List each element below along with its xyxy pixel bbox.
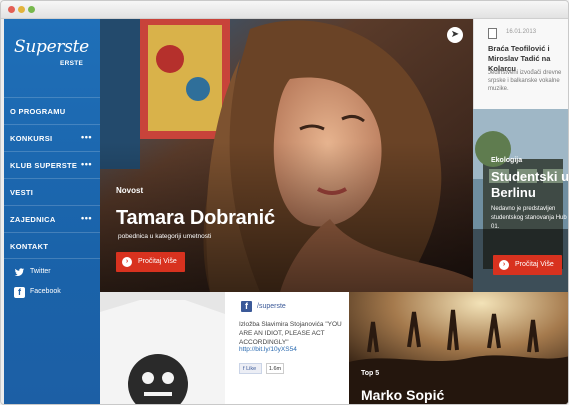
facebook-post-link[interactable]: http://bit.ly/10yXS54 [239, 346, 297, 353]
hero-title[interactable]: Tamara Dobranić [116, 207, 275, 230]
twitter-icon [14, 268, 25, 276]
facebook-link[interactable]: f Facebook [12, 285, 98, 305]
facebook-icon: f [241, 301, 252, 312]
nav-item-zajednica[interactable]: ZAJEDNICA ••• [4, 205, 100, 232]
hero-category: Novost [116, 186, 144, 195]
read-more-label: Pročitaj Više [138, 258, 177, 265]
top5-title[interactable]: Marko Sopić [361, 387, 444, 403]
minimize-window-button[interactable] [18, 6, 25, 13]
nav-item-label: O PROGRAMU [10, 107, 66, 116]
top5-story-tile[interactable]: Top 5 Marko Sopić [349, 292, 568, 404]
nav-item-vesti[interactable]: VESTI [4, 178, 100, 205]
twitter-label: Twitter [30, 268, 51, 275]
arrow-right-icon: › [122, 257, 132, 267]
window-titlebar [1, 1, 568, 19]
news-card[interactable]: 16.01.2013 Braća Teofilović i Miroslav T… [473, 19, 568, 109]
more-icon[interactable]: ••• [81, 132, 92, 142]
ecology-story-card[interactable]: Ekologija Studentski u Berlinu Nedavno j… [473, 109, 568, 292]
zoom-window-button[interactable] [28, 6, 35, 13]
logo-brand: Superste [14, 37, 89, 57]
tshirt-photo-tile[interactable] [100, 292, 225, 404]
sidebar: Superste ERSTE O PROGRAMU KONKURSI ••• K… [4, 19, 100, 404]
main-nav: O PROGRAMU KONKURSI ••• KLUB SUPERSTE ••… [4, 97, 100, 259]
top5-category: Top 5 [361, 370, 380, 377]
nav-item-kontakt[interactable]: KONTAKT [4, 232, 100, 259]
share-icon[interactable]: ➤ [447, 27, 463, 43]
superste-logo[interactable]: Superste ERSTE [14, 37, 94, 77]
nav-item-o-programu[interactable]: O PROGRAMU [4, 97, 100, 124]
hero-subtitle: pobednica u kategoriji umetnosti [118, 233, 212, 240]
like-count: 1.6m [266, 363, 284, 374]
nav-item-label: VESTI [10, 188, 34, 197]
news-excerpt: Jedinstveni izvođači drevne srpske i bal… [488, 70, 562, 92]
browser-window: Superste ERSTE O PROGRAMU KONKURSI ••• K… [0, 0, 569, 405]
facebook-post-text: Izložba Slavimira Stojanovića "YOU ARE A… [239, 321, 342, 346]
more-icon[interactable]: ••• [81, 213, 92, 223]
facebook-post-tile: f /superste Izložba Slavimira Stojanović… [225, 292, 349, 404]
facebook-handle: /superste [257, 303, 286, 310]
document-icon [488, 28, 497, 39]
more-icon[interactable]: ••• [81, 159, 92, 169]
hero-read-more-button[interactable]: › Pročitaj Više [116, 252, 185, 272]
ecology-category: Ekologija [491, 157, 523, 164]
hero-feature[interactable]: ➤ Novost Tamara Dobranić pobednica u kat… [100, 19, 473, 292]
nav-item-label: ZAJEDNICA [10, 215, 56, 224]
news-date: 16.01.2013 [506, 29, 537, 35]
close-window-button[interactable] [8, 6, 15, 13]
twitter-link[interactable]: Twitter [12, 265, 98, 285]
facebook-header[interactable]: f /superste [241, 301, 341, 313]
like-label: Like [246, 366, 257, 372]
facebook-label: Facebook [30, 288, 61, 295]
logo-sub: ERSTE [60, 60, 84, 67]
nav-item-label: KLUB SUPERSTE [10, 161, 78, 170]
ecology-excerpt: Nedavno je predstavljen studentskog stan… [491, 206, 567, 230]
ecology-read-more-button[interactable]: › Pročitaj Više [493, 255, 562, 275]
nav-item-label: KONKURSI [10, 134, 53, 143]
arrow-right-icon: › [499, 260, 509, 270]
nav-item-konkursi[interactable]: KONKURSI ••• [4, 124, 100, 151]
tshirt-photo [100, 292, 225, 404]
facebook-icon: f [14, 287, 25, 298]
ecology-title[interactable]: Studentski u Berlinu [491, 169, 568, 201]
social-links: Twitter f Facebook [12, 265, 98, 305]
nav-item-klub-superste[interactable]: KLUB SUPERSTE ••• [4, 151, 100, 178]
facebook-like-button[interactable]: f Like [239, 363, 262, 374]
read-more-label: Pročitaj Više [515, 261, 554, 268]
nav-item-label: KONTAKT [10, 242, 49, 251]
